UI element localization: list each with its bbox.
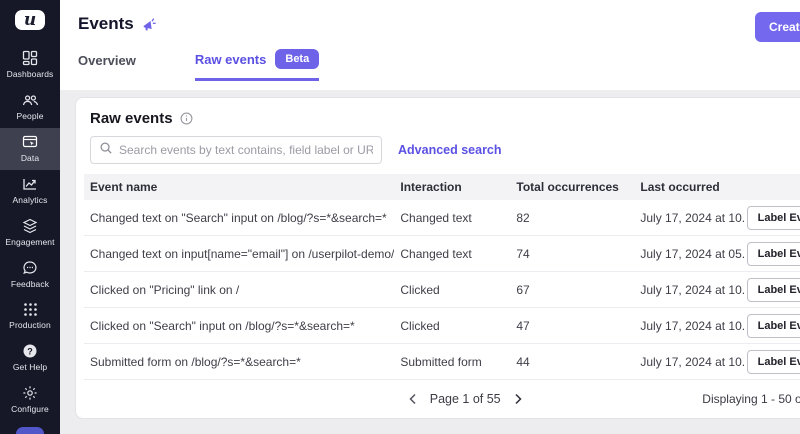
sidebar-item-dashboards[interactable]: Dashboards [0,44,60,86]
content-area: Raw events [60,90,800,434]
engagement-icon [22,218,38,234]
svg-text:?: ? [27,346,33,356]
sidebar-bottom: Production ? Get Help C [0,296,60,434]
sidebar-item-get-help[interactable]: ? Get Help [0,337,60,379]
displaying-count: Displaying 1 - 50 of 2,739 [702,392,800,406]
sidebar-item-label: Data [21,153,39,163]
dashboards-icon [22,50,38,66]
event-name-cell: Changed text on "Search" input on /blog/… [84,211,394,225]
create-event-button[interactable]: Create Event [755,12,800,42]
table-footer: Page 1 of 55 Displaying 1 - 50 of 2,739 [90,380,800,418]
analytics-icon [22,176,38,192]
last-occurred-cell: July 17, 2024 at 10... [634,211,746,225]
sidebar-item-production[interactable]: Production [0,296,60,337]
occurrences-cell: 44 [510,355,634,369]
label-event-button[interactable]: Label Event [747,278,800,302]
beta-badge: Beta [275,49,319,69]
event-name-cell: Clicked on "Search" input on /blog/?s=*&… [84,319,394,333]
last-occurred-cell: July 17, 2024 at 10... [634,355,746,369]
search-icon [99,141,113,160]
user-avatar[interactable]: MU [16,427,44,434]
label-event-button[interactable]: Label Event [747,206,800,230]
table-header-row: Event name Interaction Total occurrences… [84,174,800,200]
event-name-cell: Clicked on "Pricing" link on / [84,283,394,297]
sidebar-item-label: People [16,111,43,121]
sidebar-item-data[interactable]: Data [0,128,60,170]
tab-label: Raw events [195,52,267,67]
people-icon [22,92,39,108]
column-header-interaction: Interaction [394,180,510,194]
advanced-search-link[interactable]: Advanced search [398,143,502,157]
table-row: Submitted form on /blog/?s=*&search=* Su… [84,344,800,380]
column-header-last-occurred: Last occurred [634,180,746,194]
occurrences-cell: 82 [510,211,634,225]
table-row: Changed text on "Search" input on /blog/… [84,200,800,236]
last-occurred-cell: July 17, 2024 at 10... [634,283,746,297]
interaction-cell: Clicked [394,283,510,297]
sidebar-item-label: Analytics [13,195,48,205]
sidebar-item-configure[interactable]: Configure [0,379,60,421]
event-name-cell: Changed text on input[name="email"] on /… [84,247,394,261]
tab-label: Overview [78,53,136,68]
help-icon: ? [22,343,38,359]
sidebar-item-label: Configure [11,404,49,414]
search-input[interactable] [119,143,373,157]
last-occurred-cell: July 17, 2024 at 10... [634,319,746,333]
interaction-cell: Clicked [394,319,510,333]
main-area: Events Create Event Overview Raw events … [60,0,800,434]
pagination: Page 1 of 55 [408,392,523,406]
label-event-button[interactable]: Label Event [747,242,800,266]
page-header: Events Create Event Overview Raw events … [60,0,800,90]
sidebar-item-label: Production [9,320,51,330]
occurrences-cell: 47 [510,319,634,333]
sidebar-item-label: Engagement [5,237,54,247]
interaction-cell: Changed text [394,211,510,225]
sidebar-item-label: Get Help [13,362,47,372]
interaction-cell: Submitted form [394,355,510,369]
sidebar-item-label: Dashboards [7,69,54,79]
card-title: Raw events [90,110,173,127]
feedback-icon [22,260,38,276]
next-page-icon[interactable] [513,393,523,405]
production-icon [23,302,38,317]
sidebar: u Dashboards People [0,0,60,434]
occurrences-cell: 67 [510,283,634,297]
tab-raw-events[interactable]: Raw events Beta [195,49,319,81]
logo-letter: u [24,10,36,30]
sidebar-item-engagement[interactable]: Engagement [0,212,60,254]
previous-page-icon[interactable] [408,393,418,405]
column-header-event-name: Event name [84,180,394,194]
sidebar-item-people[interactable]: People [0,86,60,128]
data-icon [22,134,38,150]
column-header-total-occurrences: Total occurrences [510,180,634,194]
page-indicator: Page 1 of 55 [430,392,501,406]
page-title: Events [78,14,134,34]
configure-icon [22,385,38,401]
announcement-megaphone-icon [141,16,158,33]
events-table: Event name Interaction Total occurrences… [84,174,800,380]
tabs: Overview Raw events Beta [78,49,800,81]
tab-overview[interactable]: Overview [78,49,136,81]
interaction-cell: Changed text [394,247,510,261]
table-row: Clicked on "Pricing" link on / Clicked 6… [84,272,800,308]
raw-events-card: Raw events [75,97,800,419]
info-icon[interactable] [180,112,193,125]
label-event-button[interactable]: Label Event [747,314,800,338]
event-name-cell: Submitted form on /blog/?s=*&search=* [84,355,394,369]
table-row: Clicked on "Search" input on /blog/?s=*&… [84,308,800,344]
sidebar-item-label: Feedback [11,279,49,289]
last-occurred-cell: July 17, 2024 at 05... [634,247,746,261]
table-row: Changed text on input[name="email"] on /… [84,236,800,272]
occurrences-cell: 74 [510,247,634,261]
search-row: Advanced search [90,136,800,164]
search-box [90,136,382,164]
sidebar-item-analytics[interactable]: Analytics [0,170,60,212]
label-event-button[interactable]: Label Event [747,350,800,374]
userpilot-logo[interactable]: u [15,10,45,30]
app-root: u Dashboards People [0,0,800,434]
sidebar-item-feedback[interactable]: Feedback [0,254,60,296]
